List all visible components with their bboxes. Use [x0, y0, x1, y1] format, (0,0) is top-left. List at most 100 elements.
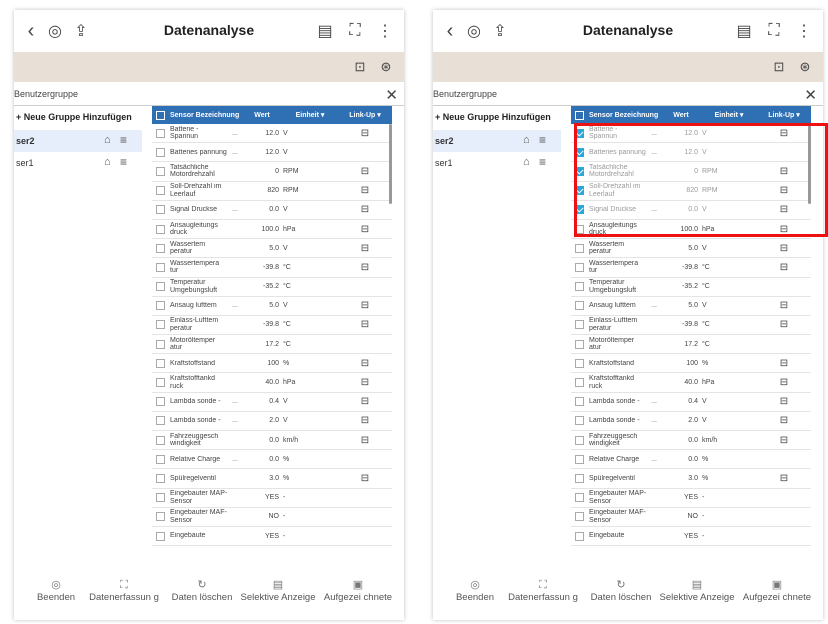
row-checkbox[interactable]	[571, 493, 587, 503]
header-unit-dropdown[interactable]: Einheit ▾	[701, 111, 757, 119]
link-up-icon[interactable]: ⊟	[361, 166, 369, 177]
link-up-icon[interactable]: ⊟	[780, 396, 788, 407]
add-group-button[interactable]: + Neue Gruppe Hinzufügen	[433, 106, 561, 130]
link-cell[interactable]: ⊟	[338, 473, 392, 484]
more-dots[interactable]: ...	[228, 149, 242, 156]
table-row[interactable]: Tatsächliche Motordrehzahl 0 RPM ⊟	[152, 162, 392, 182]
table-row[interactable]: Wassertem peratur 5.0 V ⊟	[152, 239, 392, 259]
link-cell[interactable]: ⊟	[338, 319, 392, 330]
group-menu-icon[interactable]: ≡	[539, 155, 546, 169]
row-checkbox[interactable]	[571, 473, 587, 483]
link-cell[interactable]: ⊟	[338, 435, 392, 446]
row-checkbox[interactable]	[571, 358, 587, 368]
link-up-icon[interactable]: ⊟	[780, 415, 788, 426]
table-row[interactable]: Wassertempera tur -39.8 °C ⊟	[571, 258, 811, 278]
group-menu-icon[interactable]: ≡	[539, 133, 546, 147]
row-checkbox[interactable]	[152, 339, 168, 349]
header-link-dropdown[interactable]: Link-Up ▾	[338, 111, 392, 119]
link-up-icon[interactable]: ⊟	[361, 358, 369, 369]
table-row[interactable]: Kraftstofftankd ruck 40.0 hPa ⊟	[152, 373, 392, 393]
row-checkbox[interactable]	[152, 531, 168, 541]
fullscreen-icon[interactable]: ⛶	[344, 20, 366, 42]
row-checkbox[interactable]	[571, 262, 587, 272]
selective-view-button[interactable]: ▤ Selektive Anzeige	[659, 580, 735, 603]
row-checkbox[interactable]	[152, 224, 168, 234]
close-icon[interactable]: ✕	[804, 86, 817, 104]
row-checkbox[interactable]	[152, 454, 168, 464]
link-cell[interactable]: ⊟	[338, 377, 392, 388]
steering-icon[interactable]: ⊛	[795, 57, 815, 77]
row-checkbox[interactable]	[571, 301, 587, 311]
record-button[interactable]: ⛶ Datenerfassun g	[86, 580, 162, 603]
row-checkbox[interactable]	[152, 128, 168, 138]
link-cell[interactable]: ⊟	[757, 396, 811, 407]
row-checkbox[interactable]	[152, 358, 168, 368]
link-cell[interactable]: ⊟	[757, 415, 811, 426]
row-checkbox[interactable]	[152, 147, 168, 157]
link-up-icon[interactable]: ⊟	[361, 128, 369, 139]
row-checkbox[interactable]	[152, 166, 168, 176]
row-checkbox[interactable]	[152, 397, 168, 407]
link-up-icon[interactable]: ⊟	[780, 473, 788, 484]
link-up-icon[interactable]: ⊟	[780, 377, 788, 388]
row-checkbox[interactable]	[571, 416, 587, 426]
delete-group-icon[interactable]: ⌂	[523, 156, 530, 168]
link-up-icon[interactable]: ⊟	[361, 243, 369, 254]
table-row[interactable]: Spülregelventil 3.0% ⊟	[571, 469, 811, 489]
table-row[interactable]: Eingebauter MAF-Sensor NO -	[152, 508, 392, 527]
select-all-checkbox[interactable]	[152, 110, 168, 120]
row-checkbox[interactable]	[571, 531, 587, 541]
table-row[interactable]: Kraftstoffstand 100% ⊟	[152, 354, 392, 374]
table-row[interactable]: Ansaug lufttem... 5.0 V ⊟	[152, 297, 392, 316]
table-row[interactable]: Soll-Drehzahl im Leerlauf 820 RPM ⊟	[152, 182, 392, 201]
row-checkbox[interactable]	[152, 301, 168, 311]
more-dots[interactable]: ...	[228, 302, 242, 309]
record-button[interactable]: ⛶ Datenerfassun g	[505, 580, 581, 603]
link-up-icon[interactable]: ⊟	[361, 319, 369, 330]
table-row[interactable]: Spülregelventil 3.0% ⊟	[152, 469, 392, 489]
row-checkbox[interactable]	[571, 378, 587, 388]
table-row[interactable]: Wassertempera tur -39.8 °C ⊟	[152, 258, 392, 278]
group-item[interactable]: ser2 ⌂ ≡	[433, 130, 561, 152]
link-cell[interactable]: ⊟	[338, 243, 392, 254]
link-up-icon[interactable]: ⊟	[780, 358, 788, 369]
row-checkbox[interactable]	[152, 243, 168, 253]
link-cell[interactable]: ⊟	[338, 185, 392, 196]
delete-group-icon[interactable]: ⌂	[104, 156, 111, 168]
table-row[interactable]: Relative Charge... 0.0%	[152, 450, 392, 470]
link-up-icon[interactable]: ⊟	[780, 435, 788, 446]
row-checkbox[interactable]	[571, 339, 587, 349]
group-item[interactable]: ser1 ⌂ ≡	[433, 152, 561, 174]
header-link-dropdown[interactable]: Link-Up ▾	[757, 111, 811, 119]
link-up-icon[interactable]: ⊟	[780, 262, 788, 273]
row-checkbox[interactable]	[571, 320, 587, 330]
more-dots[interactable]: ...	[647, 417, 661, 424]
row-checkbox[interactable]	[152, 512, 168, 522]
link-up-icon[interactable]: ⊟	[780, 243, 788, 254]
link-cell[interactable]: ⊟	[338, 204, 392, 215]
row-checkbox[interactable]	[152, 473, 168, 483]
link-cell[interactable]: ⊟	[338, 396, 392, 407]
row-checkbox[interactable]	[152, 320, 168, 330]
row-checkbox[interactable]	[152, 262, 168, 272]
car-icon[interactable]: ⊡	[350, 57, 370, 77]
table-row[interactable]: Fahrzeuggesch windigkeit 0.0 km/h ⊟	[152, 431, 392, 451]
more-dots[interactable]: ...	[647, 456, 661, 463]
header-unit-dropdown[interactable]: Einheit ▾	[282, 111, 338, 119]
link-cell[interactable]: ⊟	[338, 224, 392, 235]
more-dots[interactable]: ...	[228, 130, 242, 137]
link-cell[interactable]: ⊟	[338, 415, 392, 426]
row-checkbox[interactable]	[152, 205, 168, 215]
delete-group-icon[interactable]: ⌂	[104, 134, 111, 146]
table-row[interactable]: Batterie - Spannun... 12.0 V ⊟	[152, 124, 392, 144]
link-cell[interactable]: ⊟	[757, 300, 811, 311]
row-checkbox[interactable]	[152, 186, 168, 196]
close-icon[interactable]: ✕	[385, 86, 398, 104]
table-row[interactable]: Eingebauter MAP-Sensor YES -	[152, 489, 392, 508]
more-dots[interactable]: ...	[228, 398, 242, 405]
link-cell[interactable]: ⊟	[757, 377, 811, 388]
steering-icon[interactable]: ⊛	[376, 57, 396, 77]
link-up-icon[interactable]: ⊟	[361, 185, 369, 196]
table-row[interactable]: Eingebauter MAF-Sensor NO -	[571, 508, 811, 527]
vehicle-info-icon[interactable]: ▤	[314, 20, 336, 42]
